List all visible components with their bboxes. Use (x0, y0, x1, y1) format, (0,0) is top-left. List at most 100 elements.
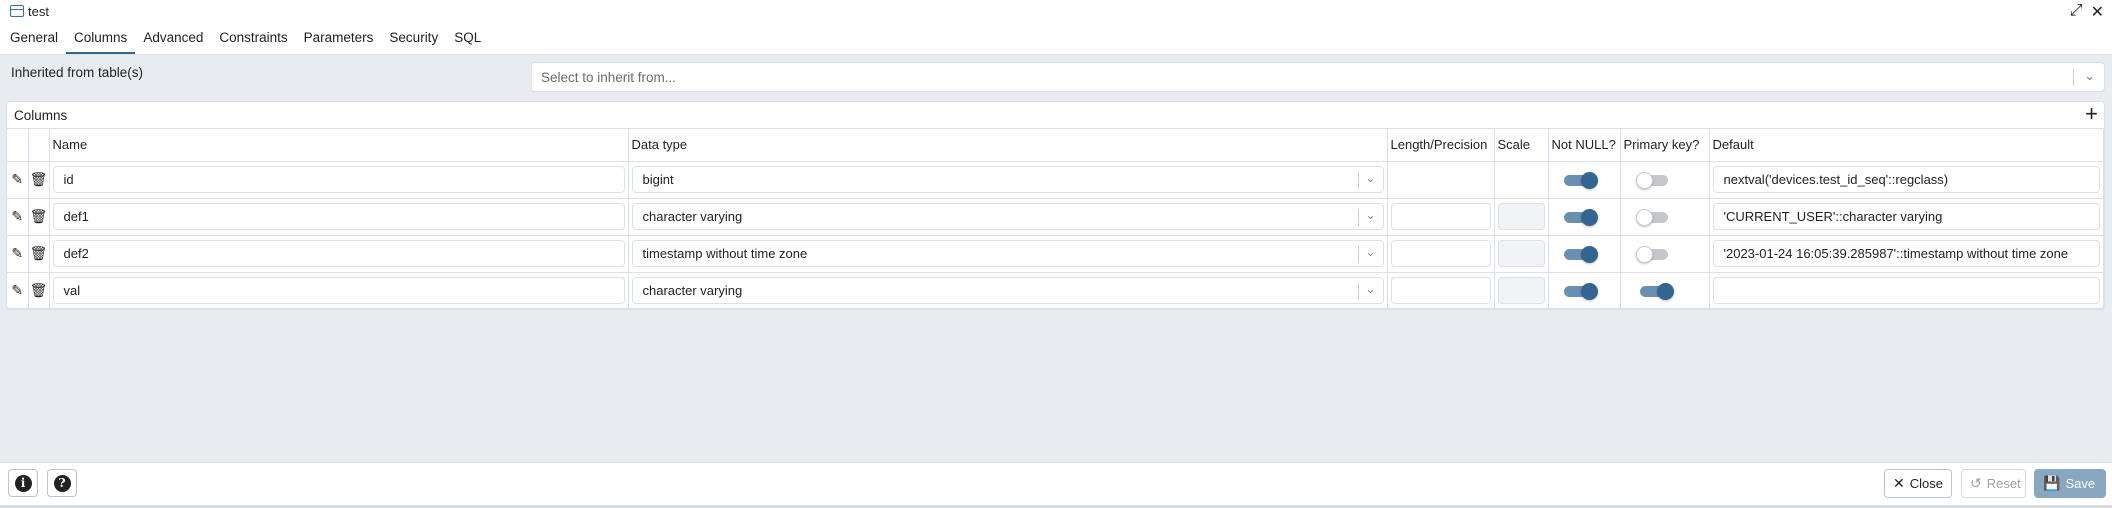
default-input[interactable] (1712, 277, 2100, 304)
help-button[interactable]: ? (47, 469, 77, 497)
select-divider (1357, 246, 1359, 263)
table-header-row: Name Data type Length/Precision Scale No… (7, 129, 2104, 162)
save-label: Save (2065, 476, 2096, 491)
reset-label: Reset (1986, 476, 2021, 491)
data-type-select[interactable]: bigint ⌄ (631, 166, 1384, 193)
tab-parameters[interactable]: Parameters (296, 22, 382, 54)
columns-panel-title: Columns (14, 107, 68, 123)
default-header: Default (1709, 129, 2104, 162)
primary-key-header: Primary key? (1620, 129, 1710, 162)
chevron-down-icon[interactable]: ⌄ (1365, 171, 1375, 185)
length-input[interactable] (1390, 240, 1491, 267)
default-input[interactable]: 'CURRENT_USER'::character varying (1712, 203, 2100, 230)
add-row-icon[interactable]: + (2085, 103, 2098, 125)
data-type-select[interactable]: character varying ⌄ (631, 203, 1384, 230)
name-input[interactable]: val (52, 277, 625, 304)
default-input[interactable]: nextval('devices.test_id_seq'::regclass) (1712, 166, 2100, 193)
data-type-select[interactable]: timestamp without time zone ⌄ (631, 240, 1384, 267)
info-button[interactable]: i (8, 469, 38, 497)
columns-panel: Columns + Name Data type Length/Precisio… (6, 101, 2105, 310)
primary-key-toggle[interactable] (1635, 245, 1670, 263)
tab-security[interactable]: Security (381, 22, 446, 54)
chevron-down-icon[interactable]: ⌄ (1365, 245, 1375, 259)
toggle-knob (1580, 208, 1598, 226)
not-null-toggle[interactable] (1563, 171, 1598, 189)
name-input[interactable]: id (52, 166, 625, 193)
toggle-knob (1580, 171, 1598, 189)
not-null-toggle[interactable] (1563, 245, 1598, 263)
chevron-down-icon[interactable]: ⌄ (1365, 282, 1375, 296)
close-label: Close (1909, 476, 1943, 491)
select-divider (2073, 69, 2074, 86)
reset-button[interactable]: ↺ Reset (1961, 469, 2026, 498)
data-type-value: character varying (642, 209, 743, 224)
inherit-label: Inherited from table(s) (11, 65, 144, 80)
help-icon: ? (53, 474, 71, 492)
name-input[interactable]: def1 (52, 203, 625, 230)
trash-icon[interactable]: 🗑 (30, 282, 48, 299)
scale-cell (1494, 161, 1549, 199)
length-cell (1387, 161, 1495, 199)
toggle-knob (1635, 245, 1653, 263)
data-type-select[interactable]: character varying ⌄ (631, 277, 1384, 304)
primary-key-toggle[interactable] (1639, 282, 1674, 300)
inherit-select[interactable]: Select to inherit from... ⌄ (531, 62, 2105, 92)
length-input[interactable] (1390, 203, 1491, 230)
trash-icon[interactable]: 🗑 (30, 208, 48, 225)
toggle-knob (1656, 282, 1674, 300)
name-input[interactable]: def2 (52, 240, 625, 267)
select-divider (1357, 283, 1359, 300)
save-button[interactable]: 💾 Save (2034, 469, 2106, 498)
table-row: ✎ 🗑 def2 timestamp without time zone ⌄ '2… (7, 235, 2104, 273)
tab-columns[interactable]: Columns (66, 22, 136, 54)
table-icon (10, 5, 24, 17)
length-input[interactable] (1390, 277, 1491, 304)
table-row: ✎ 🗑 def1 character varying ⌄ 'CURRENT_USE… (7, 198, 2104, 236)
scale-input (1497, 277, 1545, 304)
tab-bar: General Columns Advanced Constraints Par… (0, 22, 2112, 55)
close-button[interactable]: ✕ Close (1884, 469, 1952, 498)
trash-icon[interactable]: 🗑 (30, 171, 48, 188)
expand-icon[interactable]: ⤢ (2070, 2, 2083, 22)
length-header: Length/Precision (1387, 129, 1495, 162)
tab-general[interactable]: General (2, 22, 66, 54)
info-icon: i (14, 474, 32, 492)
reset-icon: ↺ (1970, 475, 1982, 491)
data-type-header: Data type (628, 129, 1388, 162)
delete-column-header (28, 129, 50, 162)
save-icon: 💾 (2043, 475, 2061, 491)
scale-input (1497, 240, 1545, 267)
not-null-toggle[interactable] (1563, 282, 1598, 300)
not-null-toggle[interactable] (1563, 208, 1598, 226)
default-input[interactable]: '2023-01-24 16:05:39.285987'::timestamp … (1712, 240, 2100, 267)
columns-panel-header: Columns + (7, 102, 2104, 129)
select-divider (1357, 209, 1359, 226)
primary-key-toggle[interactable] (1635, 208, 1670, 226)
table-row: ✎ 🗑 id bigint ⌄ nextval('devices.test_id_… (7, 161, 2104, 199)
primary-key-toggle[interactable] (1635, 171, 1670, 189)
inherit-placeholder: Select to inherit from... (541, 69, 677, 85)
edit-icon[interactable]: ✎ (11, 208, 23, 225)
edit-column-header (7, 129, 29, 162)
chevron-down-icon[interactable]: ⌄ (2084, 68, 2095, 84)
trash-icon[interactable]: 🗑 (30, 245, 48, 262)
data-type-value: bigint (642, 172, 674, 187)
dialog-footer: i ? ✕ Close ↺ Reset 💾 Save (0, 462, 2112, 508)
dialog-title: test (28, 3, 49, 19)
data-type-value: timestamp without time zone (642, 246, 808, 261)
edit-icon[interactable]: ✎ (11, 245, 23, 262)
name-header: Name (49, 129, 629, 162)
tab-constraints[interactable]: Constraints (211, 22, 295, 54)
chevron-down-icon[interactable]: ⌄ (1365, 208, 1375, 222)
not-null-header: Not NULL? (1548, 129, 1621, 162)
tab-advanced[interactable]: Advanced (135, 22, 211, 54)
close-icon[interactable]: ✕ (2091, 2, 2104, 22)
columns-table: Name Data type Length/Precision Scale No… (7, 129, 2104, 310)
toggle-knob (1635, 208, 1653, 226)
close-icon: ✕ (1893, 475, 1905, 491)
edit-icon[interactable]: ✎ (11, 282, 23, 299)
tab-sql[interactable]: SQL (446, 22, 489, 54)
edit-icon[interactable]: ✎ (11, 171, 23, 188)
table-row: ✎ 🗑 val character varying ⌄ (7, 272, 2104, 310)
scale-input (1497, 203, 1545, 230)
